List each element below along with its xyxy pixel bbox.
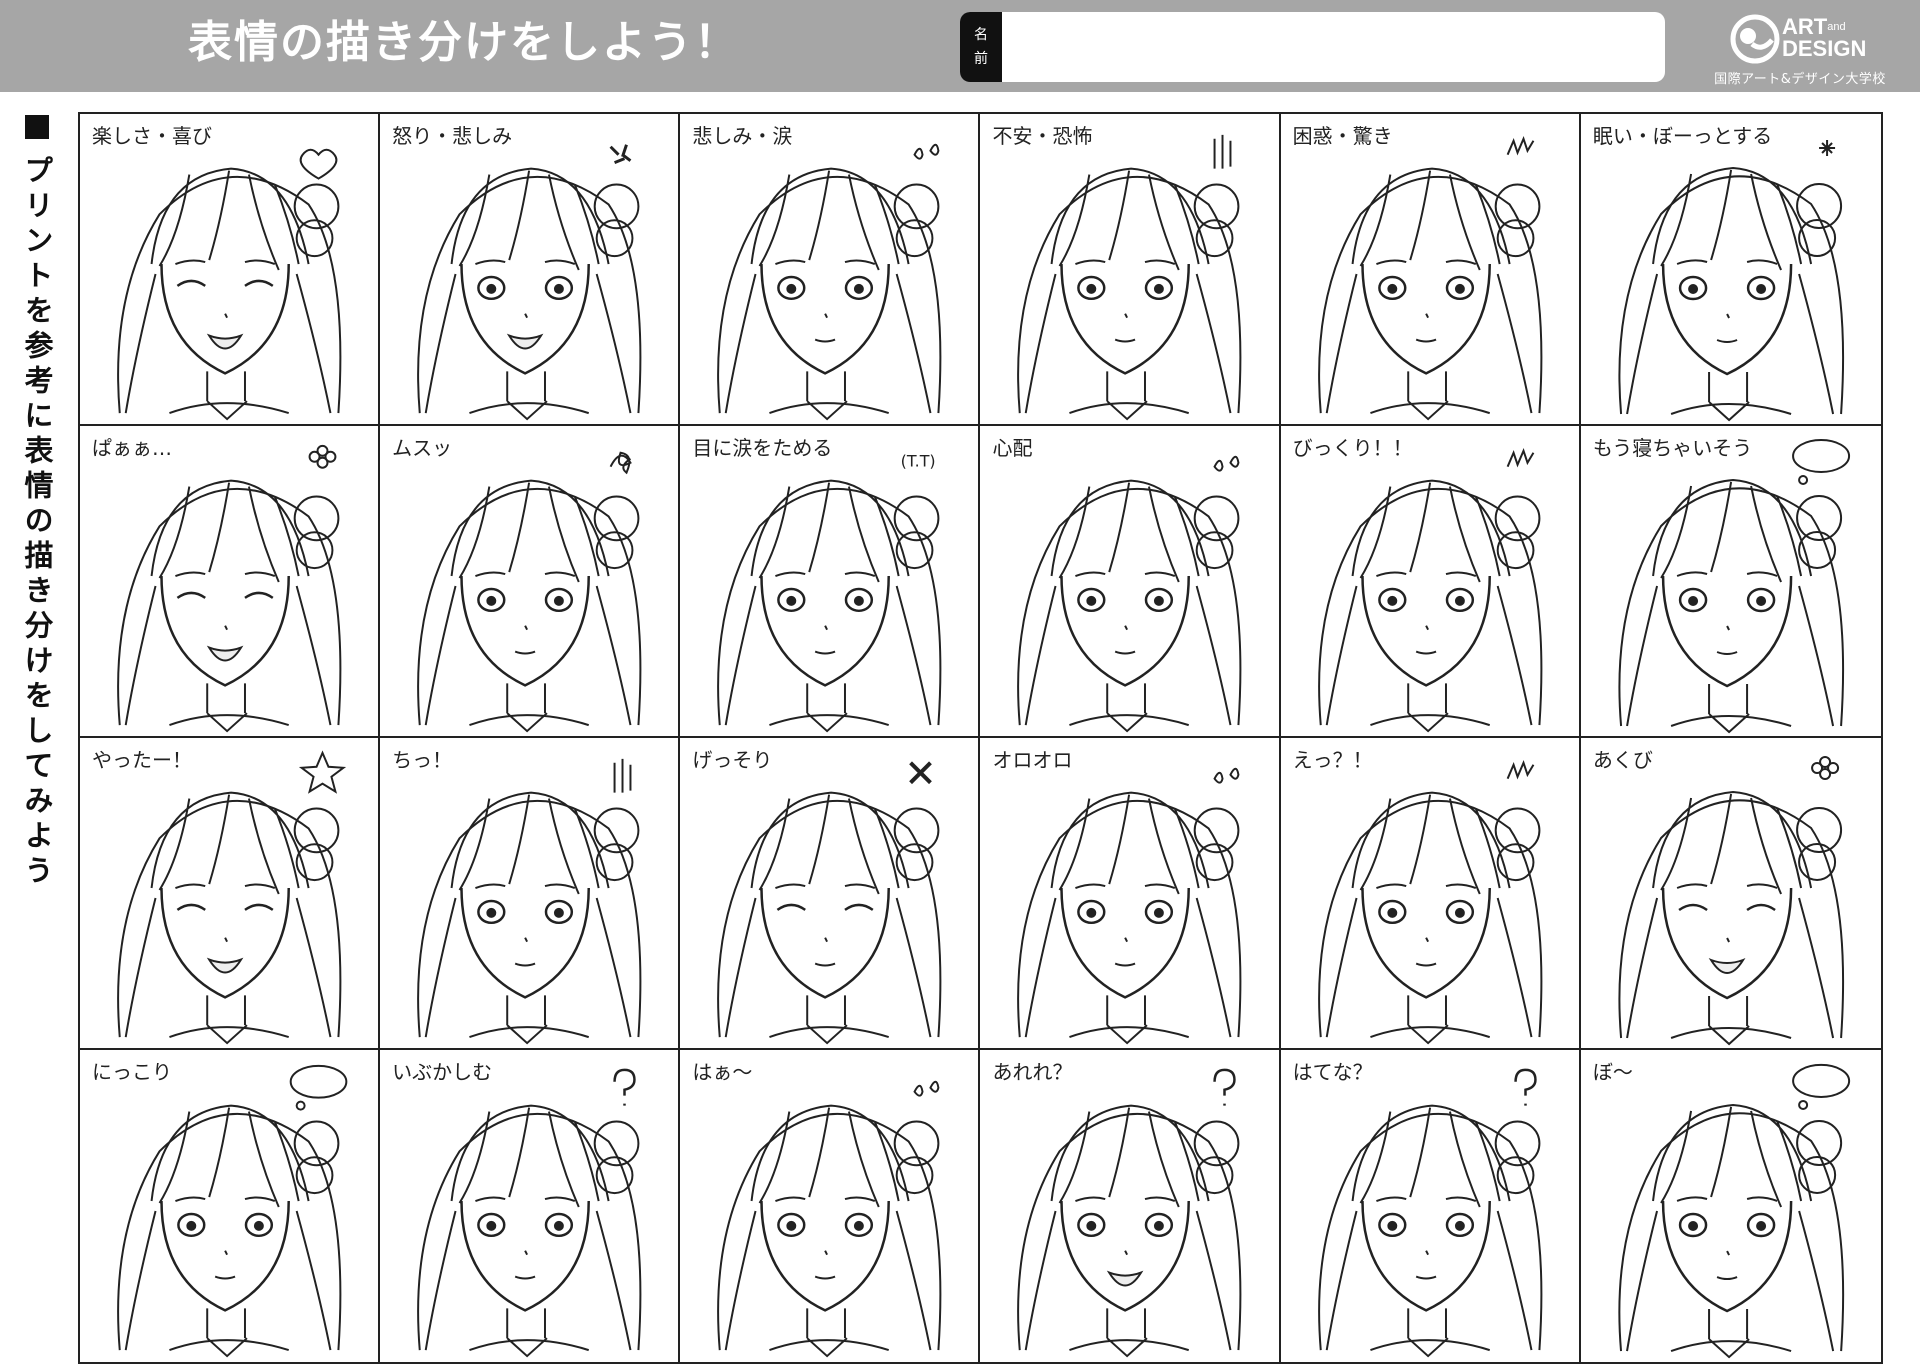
face-drawing (417, 144, 642, 421)
logo-mark-icon (1730, 14, 1780, 64)
face-drawing (117, 148, 342, 421)
expression-label: 眠い・ぼーっとする (1592, 124, 1773, 148)
expression-label: びっくり！！ (1292, 436, 1413, 460)
expression-cell: えっ？！ (1280, 738, 1581, 1050)
face-drawing (1317, 448, 1543, 733)
expression-cell: いぶかしむ (380, 1050, 681, 1362)
expression-label: 困惑・驚き (1292, 124, 1393, 148)
expression-cell: やったー！ (80, 738, 381, 1050)
instruction-text: プリントを参考に表情の描き分けをしてみよう (20, 155, 54, 890)
side-instruction: プリントを参考に表情の描き分けをしてみよう (20, 115, 54, 890)
name-label-char-1: 名 (974, 27, 988, 43)
expression-label: 怒り・悲しみ (392, 124, 513, 148)
face-drawing (417, 1068, 642, 1358)
expression-grid: 楽しさ・喜び 怒り・悲しみ 悲しみ・涙 不安・恐怖 困惑・驚き 眠い・ぼーっとするぱぁぁ…… (78, 112, 1883, 1364)
face-drawing (1618, 140, 1844, 422)
expression-cell: あれれ？ (980, 1050, 1281, 1362)
expression-label: はぁ～ (692, 1060, 753, 1084)
expression-cell: ぼ～ (1580, 1050, 1881, 1362)
expression-cell: はてな？ (1280, 1050, 1581, 1362)
expression-cell: 楽しさ・喜び (80, 114, 381, 426)
expression-label: ちっ！ (392, 748, 453, 772)
face-drawing (1317, 760, 1543, 1045)
expression-label: 心配 (992, 436, 1033, 460)
expression-label: やったー！ (92, 748, 192, 772)
expression-label: オロオロ (992, 748, 1073, 772)
expression-cell: オロオロ (980, 738, 1281, 1050)
face-drawing: (T.T) (717, 452, 942, 733)
expression-cell: げっそり (680, 738, 981, 1050)
expression-label: えっ？！ (1292, 748, 1373, 772)
expression-cell: 不安・恐怖 (980, 114, 1281, 426)
expression-label: あくび (1592, 748, 1653, 772)
expression-cell: 困惑・驚き (1280, 114, 1581, 426)
face-drawing (117, 444, 342, 733)
face-drawing (717, 143, 942, 421)
logo-and: and (1827, 21, 1846, 33)
face-drawing (417, 451, 642, 733)
name-field[interactable]: 名 前 (960, 12, 1665, 82)
name-label-char-2: 前 (974, 51, 988, 67)
svg-text:(T.T): (T.T) (901, 452, 936, 471)
face-drawing (1317, 136, 1543, 421)
expression-label: ぼ～ (1592, 1060, 1633, 1084)
expression-label: あれれ？ (992, 1060, 1073, 1084)
expression-label: にっこり (92, 1060, 172, 1084)
face-drawing (1017, 455, 1242, 733)
face-drawing (1017, 134, 1242, 421)
expression-label: いぶかしむ (392, 1060, 493, 1084)
face-drawing (1618, 756, 1844, 1046)
expression-cell: はぁ～ (680, 1050, 981, 1362)
logo-line-2: DESIGN (1782, 36, 1867, 61)
expression-cell: 眠い・ぼーっとする (1580, 114, 1881, 426)
face-drawing (117, 750, 347, 1045)
face-drawing (417, 758, 642, 1045)
expression-cell: ムスッ (380, 426, 681, 738)
face-drawing (1618, 1063, 1850, 1359)
face-drawing (717, 1080, 942, 1358)
logo-subtitle: 国際アート&デザイン大学校 (1714, 72, 1886, 87)
expression-label: ぱぁぁ… (92, 436, 172, 460)
logo-wordmark: ARTand DESIGN (1782, 16, 1866, 60)
expression-cell: にっこり (80, 1050, 381, 1362)
face-drawing (1017, 767, 1242, 1045)
name-field-label: 名 前 (960, 12, 1002, 82)
page-title: 表情の描き分けをしよう！ (188, 17, 740, 68)
bullet-square-icon (25, 115, 49, 139)
expression-label: ムスッ (392, 436, 453, 460)
expression-cell: ちっ！ (380, 738, 681, 1050)
school-logo: ARTand DESIGN 国際アート&デザイン大学校 (1700, 10, 1900, 88)
face-drawing (1017, 1068, 1242, 1358)
expression-cell: 心配 (980, 426, 1281, 738)
expression-cell: もう寝ちゃいそう (1580, 426, 1881, 738)
expression-cell: ぱぁぁ… (80, 426, 381, 738)
expression-label: 楽しさ・喜び (92, 124, 212, 148)
expression-label: もう寝ちゃいそう (1592, 436, 1753, 460)
expression-cell: 怒り・悲しみ (380, 114, 681, 426)
expression-label: 目に涙をためる (692, 436, 833, 460)
expression-label: 不安・恐怖 (992, 124, 1093, 148)
face-drawing (1317, 1068, 1543, 1358)
face-drawing (1618, 439, 1850, 734)
expression-cell: 悲しみ・涙 (680, 114, 981, 426)
expression-cell: あくび (1580, 738, 1881, 1050)
face-drawing (717, 761, 942, 1045)
header-band: 表情の描き分けをしよう！ 名 前 ARTand DESIGN 国際アート&デザイ… (0, 0, 1920, 92)
expression-label: 悲しみ・涙 (692, 124, 793, 148)
expression-cell: (T.T) 目に涙をためる (680, 426, 981, 738)
expression-label: げっそり (692, 748, 773, 772)
face-drawing (117, 1064, 348, 1358)
expression-label: はてな？ (1292, 1060, 1373, 1084)
expression-cell: びっくり！！ (1280, 426, 1581, 738)
